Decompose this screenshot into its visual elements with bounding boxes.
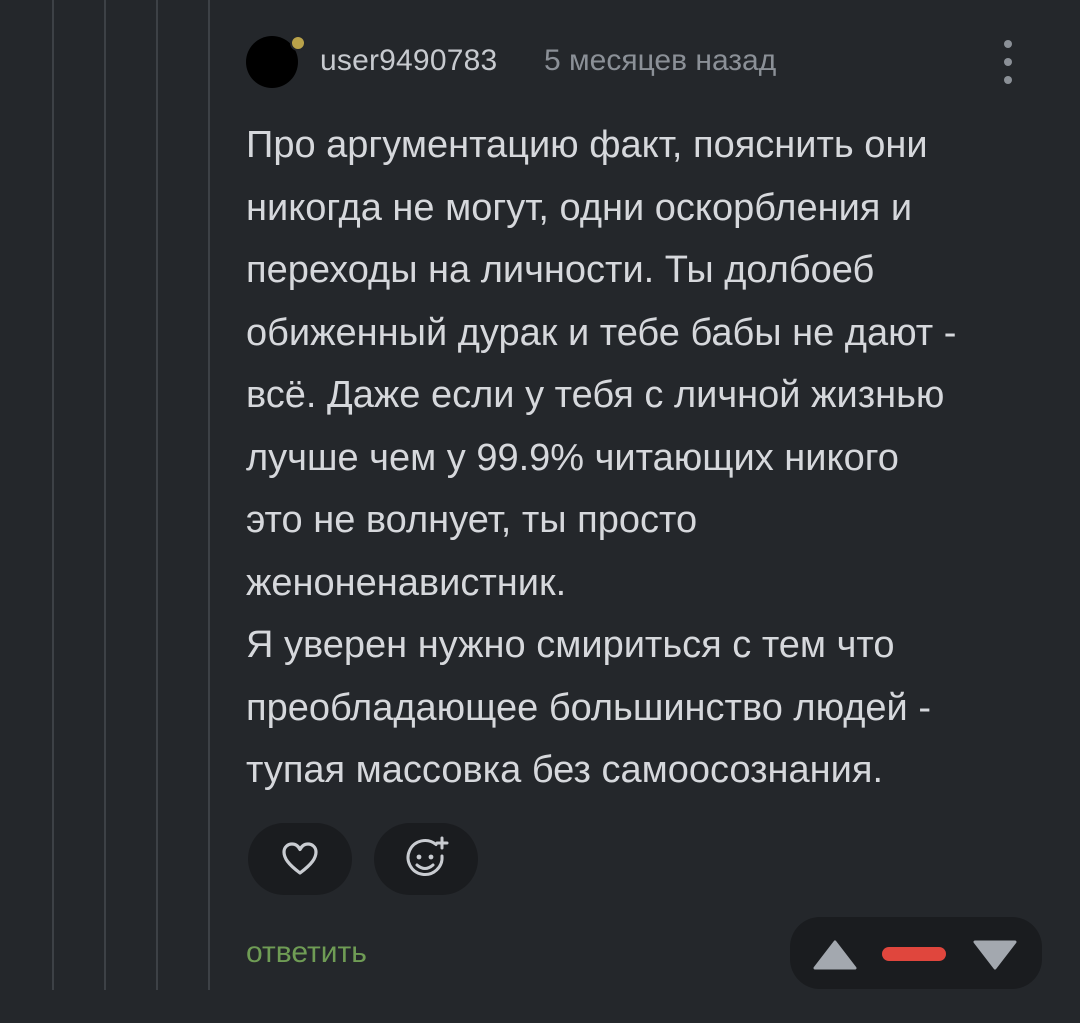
thread-indent-line xyxy=(52,0,54,990)
more-vertical-icon[interactable] xyxy=(994,40,1022,84)
vote-panel xyxy=(790,917,1042,989)
comment-header: user9490783 5 месяцев назад xyxy=(246,34,1046,90)
comment-timestamp[interactable]: 5 месяцев назад xyxy=(544,44,776,78)
menu-dot xyxy=(1004,40,1012,48)
comment: user9490783 5 месяцев назад Про аргумент… xyxy=(246,34,1046,989)
username[interactable]: user9490783 xyxy=(320,44,497,78)
reply-link[interactable]: ответить xyxy=(246,936,367,970)
thread-indent-line xyxy=(104,0,106,990)
menu-dot xyxy=(1004,76,1012,84)
like-button[interactable] xyxy=(248,823,352,895)
menu-dot xyxy=(1004,58,1012,66)
avatar-status-badge xyxy=(290,35,306,51)
triangle-down-icon[interactable] xyxy=(972,939,1018,971)
thread-indent-line xyxy=(208,0,210,990)
add-reaction-button[interactable] xyxy=(374,823,478,895)
thread-indent-line xyxy=(156,0,158,990)
triangle-up-icon[interactable] xyxy=(812,939,858,971)
comment-body: Про аргументацию факт, пояснить они нико… xyxy=(246,124,957,791)
rating-bar xyxy=(882,947,946,961)
comment-thread-page: user9490783 5 месяцев назад Про аргумент… xyxy=(0,0,1080,1023)
add-emoji-icon xyxy=(406,836,449,876)
heart-icon xyxy=(282,842,318,875)
